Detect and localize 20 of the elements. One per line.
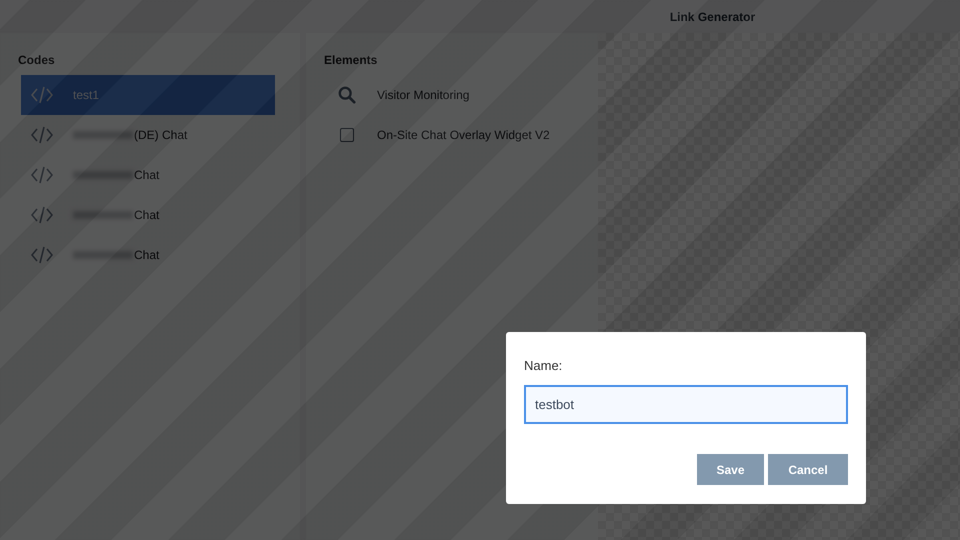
code-icon bbox=[31, 86, 53, 104]
checkbox[interactable] bbox=[340, 128, 354, 142]
code-icon bbox=[31, 166, 53, 184]
code-icon bbox=[31, 206, 53, 224]
code-list-item[interactable]: Chat bbox=[21, 195, 275, 235]
name-input-field[interactable]: testbot bbox=[524, 385, 848, 424]
search-icon bbox=[338, 86, 356, 104]
panel-title: Elements bbox=[324, 53, 378, 67]
element-item[interactable]: Visitor Monitoring bbox=[324, 75, 580, 115]
code-list-item[interactable]: (DE) Chat bbox=[21, 115, 275, 155]
field-label: Name: bbox=[524, 358, 564, 373]
save-button[interactable]: Save bbox=[697, 454, 764, 485]
cancel-button[interactable]: Cancel bbox=[768, 454, 848, 485]
code-list-item[interactable]: Chat bbox=[21, 235, 275, 275]
element-item[interactable]: On-Site Chat Overlay Widget V2 bbox=[324, 115, 580, 155]
code-icon bbox=[31, 126, 53, 144]
code-icon bbox=[31, 246, 53, 264]
code-list-item[interactable]: Chat bbox=[21, 155, 275, 195]
page-title: Link Generator bbox=[668, 10, 756, 24]
panel-title: Codes bbox=[18, 53, 56, 67]
